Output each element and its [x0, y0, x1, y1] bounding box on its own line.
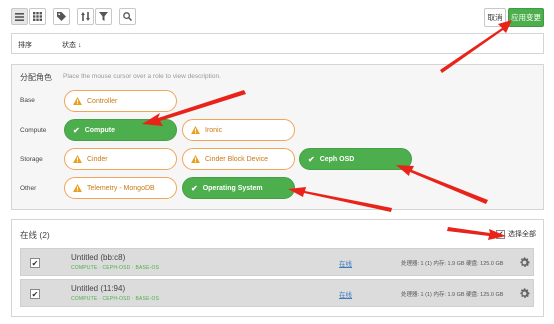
group-label-other: Other: [20, 185, 37, 192]
roles-hint: Place the mouse cursor over a role to vi…: [63, 73, 221, 80]
online-nodes-title: 在线 (2): [20, 230, 50, 240]
warning-icon: [191, 126, 200, 134]
role-operating-system[interactable]: ✔ Operating System: [182, 177, 295, 199]
node-checkbox[interactable]: ✔: [30, 289, 40, 299]
role-label: Operating System: [202, 184, 263, 192]
role-label: Controller: [87, 97, 118, 105]
grid-view-icon: [33, 12, 42, 21]
list-view-button[interactable]: [11, 8, 28, 25]
search-icon: [123, 12, 132, 21]
role-controller[interactable]: Controller: [64, 90, 177, 112]
select-all-checkbox[interactable]: ✔ 选择全部: [496, 229, 536, 239]
role-cinder[interactable]: Cinder: [64, 148, 177, 170]
node-roles: COMPUTE · CEPH-OSD · BASE-OS: [71, 296, 160, 302]
apply-changes-button[interactable]: 应用变更: [508, 8, 544, 27]
node-name: Untitled (11:94): [71, 284, 126, 293]
node-row[interactable]: ✔ Untitled (bb:c8) COMPUTE · CEPH-OSD · …: [20, 248, 534, 276]
check-icon: ✔: [308, 154, 315, 164]
node-checkbox[interactable]: ✔: [30, 258, 40, 268]
role-ironic[interactable]: Ironic: [182, 119, 295, 141]
role-label: Ceph OSD: [319, 155, 355, 163]
node-status-link[interactable]: 在线: [339, 258, 352, 268]
check-icon: ✔: [73, 125, 80, 135]
role-label: Compute: [84, 126, 116, 134]
checkbox-checked-icon: ✔: [496, 229, 505, 239]
role-label: Cinder: [87, 155, 108, 163]
node-specs: 处理器: 1 (1) 内存: 1.9 GB 硬盘: 125.0 GB: [401, 261, 504, 267]
label-button[interactable]: [53, 8, 70, 25]
node-status-link[interactable]: 在线: [339, 289, 352, 299]
role-cinder-block-device[interactable]: Cinder Block Device: [182, 148, 295, 170]
node-row[interactable]: ✔ Untitled (11:94) COMPUTE · CEPH-OSD · …: [20, 279, 534, 307]
gear-icon[interactable]: [518, 287, 531, 300]
filter-button[interactable]: [95, 8, 112, 25]
sort-button[interactable]: [77, 8, 94, 25]
role-label: Ironic: [205, 126, 223, 134]
warning-icon: [73, 155, 82, 163]
sort-label[interactable]: 排序: [18, 40, 32, 50]
role-ceph-osd[interactable]: ✔ Ceph OSD: [299, 148, 412, 170]
warning-icon: [73, 184, 82, 192]
role-label: Cinder Block Device: [205, 155, 269, 163]
select-all-label: 选择全部: [508, 231, 536, 238]
arrow-down-icon: ↓: [76, 42, 82, 49]
status-sort-label[interactable]: 状态 ↓: [62, 40, 81, 50]
node-specs: 处理器: 1 (1) 内存: 1.9 GB 硬盘: 125.0 GB: [401, 292, 504, 298]
group-label-base: Base: [20, 97, 35, 104]
group-label-compute: Compute: [20, 127, 47, 134]
role-telemetry-mongodb[interactable]: Telemetry - MongoDB: [64, 177, 177, 199]
cancel-button[interactable]: 取消: [484, 8, 506, 27]
grid-view-button[interactable]: [29, 8, 46, 25]
role-compute[interactable]: ✔ Compute: [64, 119, 177, 141]
warning-icon: [191, 155, 200, 163]
group-label-storage: Storage: [20, 156, 43, 163]
warning-icon: [73, 97, 82, 105]
search-button[interactable]: [119, 8, 136, 25]
gear-icon[interactable]: [518, 256, 531, 269]
node-roles: COMPUTE · CEPH-OSD · BASE-OS: [71, 265, 160, 271]
sort-filter-bar: 排序 状态 ↓: [11, 33, 544, 54]
node-name: Untitled (bb:c8): [71, 253, 126, 262]
check-icon: ✔: [191, 183, 198, 193]
tag-icon: [57, 12, 66, 21]
list-view-icon: [15, 12, 24, 21]
filter-icon: [99, 12, 108, 21]
sort-icon: [81, 12, 90, 21]
role-label: Telemetry - MongoDB: [87, 184, 155, 192]
status-sort-text: 状态: [62, 42, 76, 49]
roles-title: 分配角色: [20, 73, 52, 82]
